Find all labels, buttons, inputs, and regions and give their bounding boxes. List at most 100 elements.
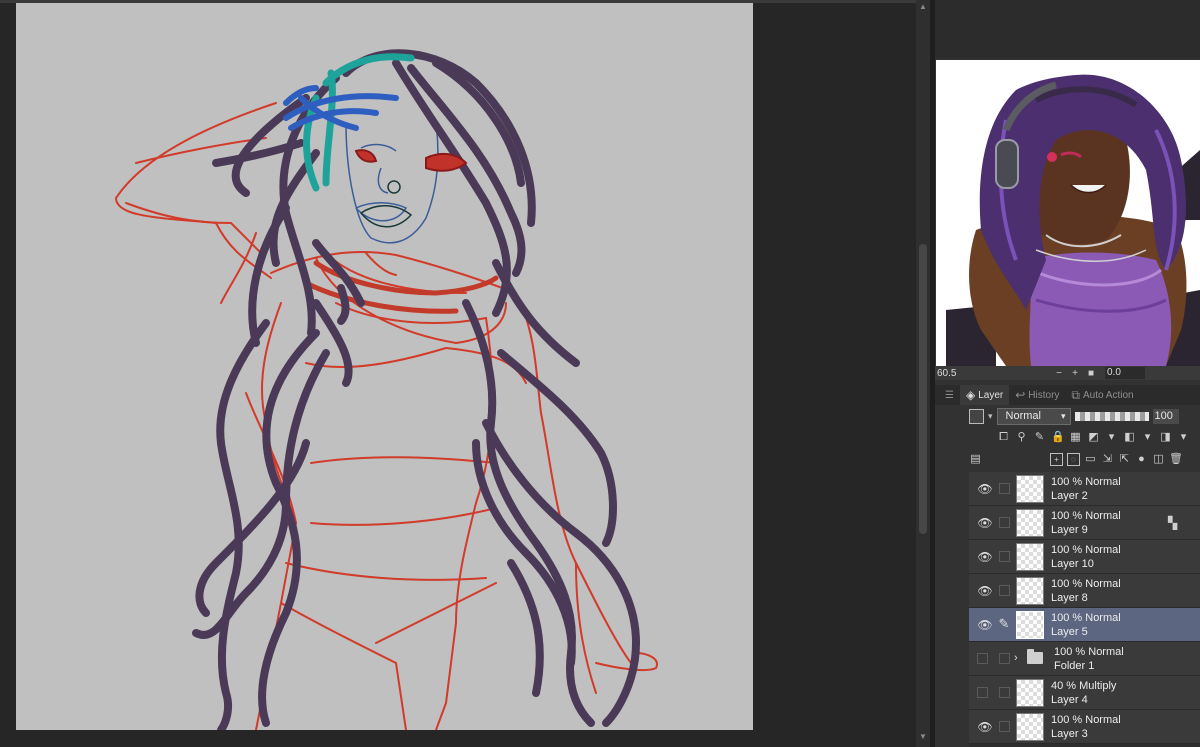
layer-mode: 100 % Normal [1051,510,1121,522]
eye-icon[interactable]: 👁 [977,516,993,530]
edit-lock-checkbox[interactable] [999,517,1010,528]
opacity-slider[interactable] [1074,411,1149,421]
pen-icon[interactable]: ✎ [996,616,1012,632]
color-mode-icon[interactable] [969,408,984,424]
right-panel: 60.5 − + ■ 0.0 ☰ ◈ Layer ↩ History ⧉ Aut… [935,0,1200,747]
layer-name: Layer 8 [1051,592,1088,604]
layer-menu-icon[interactable]: ▤ [969,453,982,466]
chevron-down-icon[interactable]: ▾ [1141,431,1154,444]
layer-thumbnail [1016,679,1044,707]
headphone-band [303,53,415,192]
lock-transparency-icon[interactable]: ▦ [1069,431,1082,444]
layer-mode: 100 % Normal [1051,578,1121,590]
layer-row-layer-8[interactable]: 👁 100 % Normal Layer 8 [969,574,1200,608]
navigator-bar: 60.5 − + ■ 0.0 [935,366,1200,380]
draft-icon[interactable]: ✎ [1033,431,1046,444]
edit-lock-checkbox[interactable] [999,653,1010,664]
opacity-value[interactable]: 100 [1152,408,1179,424]
layers-icon: ◈ [965,388,976,402]
navigator-angle-value[interactable]: 0.0 [1105,367,1145,379]
layer-name: Layer 5 [1051,626,1088,638]
layer-row-layer-4[interactable]: 40 % Multiply Layer 4 [969,676,1200,710]
layer-row-layer-3[interactable]: 👁 100 % Normal Layer 3 [969,710,1200,744]
headphone-cup [283,85,399,131]
layer-row-layer-5[interactable]: 👁 ✎ 100 % Normal Layer 5 [969,608,1200,642]
eye-accents [354,149,468,172]
layer-mode: 40 % Multiply [1051,680,1117,692]
layer-row-layer-2[interactable]: 👁 100 % Normal Layer 2 [969,472,1200,506]
face-sketch [345,122,439,244]
chevron-down-icon[interactable]: ▾ [988,411,993,422]
merge-down-icon[interactable]: ⇲ [1101,453,1114,466]
navigator-zoom-value[interactable]: 60.5 [935,368,961,379]
stop-icon[interactable]: ■ [1083,368,1099,379]
panel-menu-icon[interactable]: ☰ [935,385,960,405]
layer-mode: 100 % Normal [1051,612,1121,624]
new-folder-icon[interactable]: ▭ [1084,453,1097,466]
layer-thumbnail [1016,611,1044,639]
layer-list[interactable]: 👁 100 % Normal Layer 2 👁 100 % Normal La… [969,472,1200,747]
layer-row-layer-9[interactable]: 👁 100 % Normal Layer 9 ▚ [969,506,1200,540]
eye-icon[interactable]: 👁 [977,618,993,632]
clip-icon[interactable]: ⧠ [997,431,1010,444]
layer-mode: 100 % Normal [1051,714,1121,726]
layer-row-layer-10[interactable]: 👁 100 % Normal Layer 10 [969,540,1200,574]
lock-icon[interactable]: 🔒 [1051,431,1065,444]
edit-lock-checkbox[interactable] [999,687,1010,698]
blend-mode-select[interactable]: Normal ▾ [996,407,1071,425]
layer-thumbnail [1016,577,1044,605]
sketch-artwork [115,49,658,730]
apply-mask-icon[interactable]: ◫ [1152,453,1165,466]
navigator-header [935,0,1200,58]
layer-name: Layer 9 [1051,524,1088,536]
reference-layer-icon: ▚ [1168,516,1178,530]
eye-icon[interactable]: 👁 [977,720,993,734]
chevron-right-icon[interactable]: › [1014,652,1018,664]
layer-color-icon[interactable]: ◨ [1159,431,1172,444]
navigator-thumbnail-image [936,60,1200,366]
tab-auto-action[interactable]: ⧉ Auto Action [1065,385,1139,405]
canvas-vertical-scrollbar[interactable]: ▲ ▼ [916,0,930,747]
layer-thumbnail [1016,509,1044,537]
mask-icon[interactable]: ◩ [1087,431,1100,444]
zoom-in-button[interactable]: + [1067,368,1083,379]
transfer-icon[interactable]: ⇱ [1118,453,1131,466]
edit-lock-checkbox[interactable] [999,721,1010,732]
delete-layer-icon[interactable]: 🗑 [1169,453,1183,466]
tab-history-label: History [1028,389,1060,401]
tab-layer-label: Layer [978,389,1004,401]
tab-history[interactable]: ↩ History [1009,385,1065,405]
palette-icon[interactable]: ◧ [1123,431,1136,444]
eye-icon[interactable]: 👁 [977,550,993,564]
visibility-checkbox[interactable] [977,687,988,698]
reference-icon[interactable]: ⚲ [1015,431,1028,444]
zoom-out-button[interactable]: − [1051,368,1067,379]
layer-thumbnail [1016,543,1044,571]
edit-lock-checkbox[interactable] [999,585,1010,596]
chevron-down-icon[interactable]: ▾ [1177,431,1190,444]
drawing-canvas[interactable] [16,3,753,730]
edit-lock-checkbox[interactable] [999,551,1010,562]
edit-lock-checkbox[interactable] [999,483,1010,494]
scroll-down-icon[interactable]: ▼ [918,733,928,741]
canvas-area[interactable] [0,0,916,747]
scroll-up-icon[interactable]: ▲ [918,3,928,11]
layer-name: Layer 3 [1051,728,1088,740]
chevron-down-icon[interactable]: ▾ [1105,431,1118,444]
panel-tabs: ☰ ◈ Layer ↩ History ⧉ Auto Action [935,385,1200,405]
navigator-preview[interactable] [936,60,1200,366]
tab-layer[interactable]: ◈ Layer [959,385,1010,405]
layer-mode: 100 % Normal [1054,646,1124,658]
layer-row-folder-1[interactable]: › 100 % Normal Folder 1 [969,642,1200,676]
layer-mode: 100 % Normal [1051,476,1121,488]
mask-add-icon[interactable]: ● [1135,453,1148,466]
layer-name: Layer 10 [1051,558,1094,570]
new-raster-layer-icon[interactable]: + [1050,452,1063,466]
blend-mode-value: Normal [1005,410,1041,422]
visibility-checkbox[interactable] [977,653,988,664]
eye-icon[interactable]: 👁 [977,482,993,496]
eye-icon[interactable]: 👁 [977,584,993,598]
new-vector-layer-icon[interactable]: ◌ [1067,452,1080,466]
scrollbar-thumb[interactable] [919,244,927,534]
layer-thumbnail [1016,475,1044,503]
